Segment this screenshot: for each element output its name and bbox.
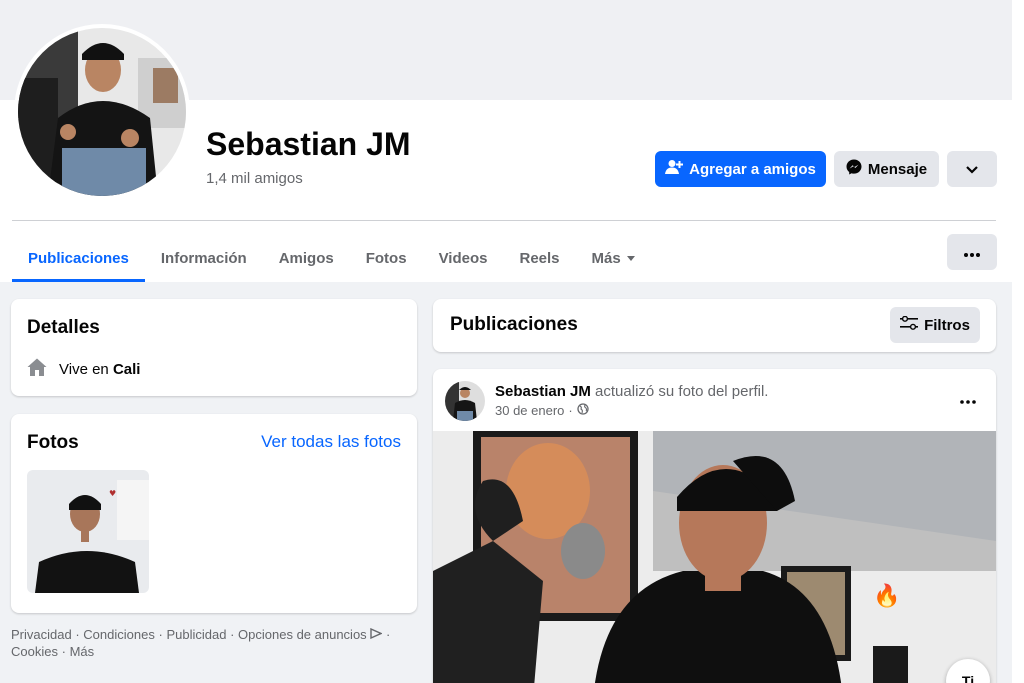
photos-card: Fotos Ver todas las fotos ♥ bbox=[11, 414, 417, 613]
footer-terms-link[interactable]: Condiciones bbox=[83, 627, 155, 642]
post-author-avatar[interactable] bbox=[445, 381, 485, 421]
footer-separator: · bbox=[158, 627, 163, 642]
post-meta: 30 de enero · bbox=[495, 403, 589, 418]
photos-title: Fotos bbox=[27, 432, 79, 453]
svg-text:🔥: 🔥 bbox=[873, 583, 900, 609]
chevron-down-icon bbox=[966, 161, 978, 178]
add-friend-label: Agregar a amigos bbox=[689, 160, 816, 178]
details-card: Detalles Vive en Cali bbox=[11, 299, 417, 396]
message-button[interactable]: Mensaje bbox=[834, 151, 939, 187]
footer-separator: · bbox=[385, 627, 391, 642]
message-label: Mensaje bbox=[867, 160, 928, 178]
person-plus-icon bbox=[665, 159, 684, 179]
caret-down-icon bbox=[626, 255, 635, 261]
footer-advertising-link[interactable]: Publicidad bbox=[166, 627, 226, 642]
profile-options-button[interactable] bbox=[947, 151, 997, 187]
messenger-icon bbox=[846, 159, 862, 179]
footer-cookies-link[interactable]: Cookies bbox=[11, 644, 58, 659]
tab-mas[interactable]: Más bbox=[576, 234, 651, 282]
tab-mas-label: Más bbox=[591, 249, 621, 267]
post-meta-separator: · bbox=[568, 403, 573, 418]
publications-header-card: Publicaciones Filtros bbox=[433, 299, 996, 352]
post-author-name[interactable]: Sebastian JM bbox=[495, 383, 591, 400]
post-header-text: Sebastian JM actualizó su foto del perfi… bbox=[495, 383, 768, 400]
publications-title: Publicaciones bbox=[450, 314, 578, 335]
tabs-more-button[interactable] bbox=[947, 234, 997, 270]
header-divider bbox=[12, 220, 996, 221]
window-edge bbox=[1012, 0, 1024, 683]
post-options-button[interactable] bbox=[960, 391, 976, 409]
sliders-icon bbox=[900, 315, 919, 334]
footer-separator: · bbox=[61, 644, 66, 659]
more-dots-icon bbox=[960, 391, 976, 408]
lives-in-city[interactable]: Cali bbox=[113, 361, 141, 378]
details-lives-in: Vive en Cali bbox=[27, 357, 140, 381]
filters-label: Filtros bbox=[924, 316, 970, 334]
footer-privacy-link[interactable]: Privacidad bbox=[11, 627, 72, 642]
footer-separator: · bbox=[230, 627, 235, 642]
details-title: Detalles bbox=[27, 317, 100, 338]
tab-publicaciones[interactable]: Publicaciones bbox=[12, 234, 145, 282]
add-friend-button[interactable]: Agregar a amigos bbox=[655, 151, 826, 187]
footer-more-link[interactable]: Más bbox=[70, 644, 95, 659]
post-card: Sebastian JM actualizó su foto del perfi… bbox=[433, 369, 996, 683]
filters-button[interactable]: Filtros bbox=[890, 307, 980, 343]
footer-ad-choices-link[interactable]: Opciones de anuncios bbox=[238, 627, 367, 642]
globe-icon bbox=[577, 403, 589, 418]
footer-separator: · bbox=[75, 627, 80, 642]
profile-tabs: Publicaciones Información Amigos Fotos V… bbox=[12, 234, 651, 282]
profile-name: Sebastian JM bbox=[206, 126, 411, 162]
tab-videos[interactable]: Videos bbox=[423, 234, 504, 282]
tab-fotos[interactable]: Fotos bbox=[350, 234, 423, 282]
friends-count[interactable]: 1,4 mil amigos bbox=[206, 170, 303, 187]
post-date[interactable]: 30 de enero bbox=[495, 403, 564, 418]
footer-links: Privacidad · Condiciones · Publicidad · … bbox=[11, 626, 411, 660]
see-all-photos-link[interactable]: Ver todas las fotos bbox=[261, 432, 401, 452]
more-dots-icon bbox=[964, 244, 980, 261]
photo-thumbnail[interactable]: ♥ bbox=[27, 470, 149, 593]
ad-choices-icon bbox=[370, 627, 384, 642]
home-icon bbox=[27, 357, 47, 381]
svg-text:♥: ♥ bbox=[109, 489, 116, 498]
profile-avatar[interactable] bbox=[18, 28, 186, 196]
post-photo[interactable]: 🔥 Ti bbox=[433, 431, 996, 683]
lives-in-prefix: Vive en bbox=[59, 360, 109, 378]
tab-amigos[interactable]: Amigos bbox=[263, 234, 350, 282]
tab-reels[interactable]: Reels bbox=[503, 234, 575, 282]
post-action-text: actualizó su foto del perfil. bbox=[595, 383, 769, 400]
tab-informacion[interactable]: Información bbox=[145, 234, 263, 282]
